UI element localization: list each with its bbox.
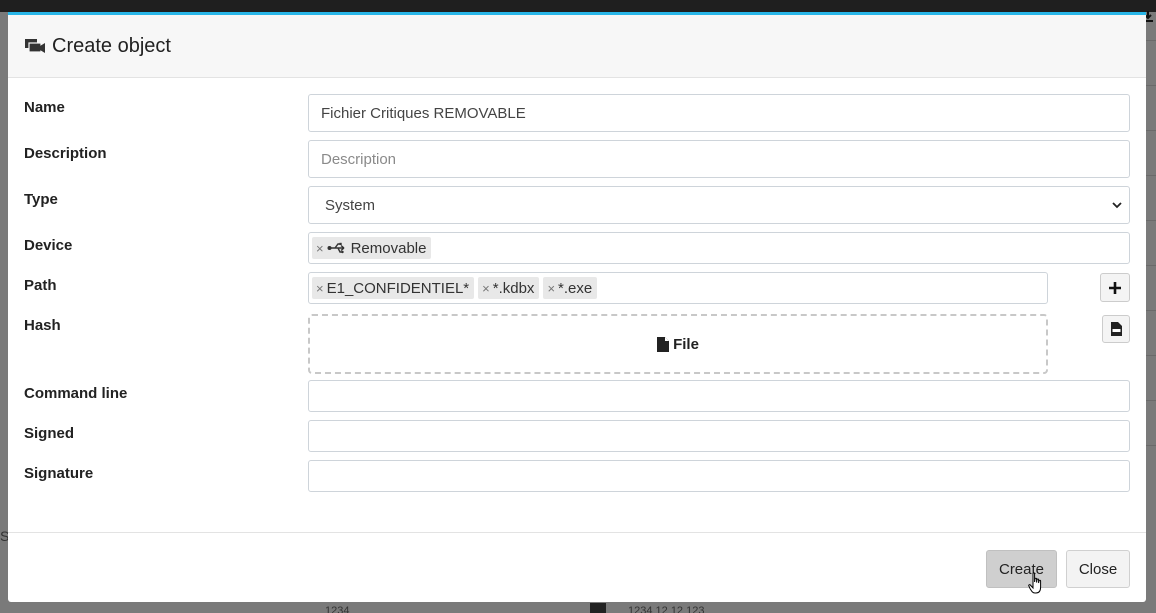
command-line-input[interactable] bbox=[308, 380, 1130, 412]
import-csv-button[interactable] bbox=[1102, 315, 1130, 343]
tag-remove-icon[interactable]: × bbox=[316, 241, 324, 256]
name-value: Fichier Critiques REMOVABLE bbox=[321, 104, 526, 122]
objects-icon bbox=[25, 39, 45, 53]
modal-header: Create object bbox=[8, 15, 1146, 78]
create-object-modal: Create object Name Fichier Critiques REM… bbox=[8, 12, 1146, 602]
path-tag-input[interactable]: × E1_CONFIDENTIEL* × *.kdbx × *.exe bbox=[308, 272, 1048, 304]
type-select[interactable]: System bbox=[308, 186, 1130, 224]
modal-footer: Create Close bbox=[8, 532, 1146, 602]
device-tag-label: Removable bbox=[350, 239, 427, 257]
background-topbar bbox=[0, 0, 1156, 12]
modal-title: Create object bbox=[52, 34, 171, 57]
chevron-down-icon bbox=[1112, 202, 1122, 209]
create-button[interactable]: Create bbox=[986, 550, 1057, 588]
close-button[interactable]: Close bbox=[1066, 550, 1130, 588]
tag-remove-icon[interactable]: × bbox=[482, 281, 490, 296]
device-tag-input[interactable]: × Removable bbox=[308, 232, 1130, 264]
dropzone-label: File bbox=[673, 335, 699, 353]
signature-input[interactable] bbox=[308, 460, 1130, 492]
background-bar bbox=[590, 603, 606, 613]
tag-remove-icon[interactable]: × bbox=[316, 281, 324, 296]
background-text: 1234 bbox=[325, 605, 350, 613]
path-tag: × E1_CONFIDENTIEL* bbox=[312, 277, 475, 299]
path-tag-label: E1_CONFIDENTIEL* bbox=[326, 279, 470, 297]
path-tag: × *.exe bbox=[543, 277, 598, 299]
hand-cursor-icon bbox=[1028, 572, 1042, 594]
signed-input[interactable] bbox=[308, 420, 1130, 452]
signed-label: Signed bbox=[24, 425, 75, 442]
csv-file-icon bbox=[1110, 322, 1122, 336]
signature-label: Signature bbox=[24, 465, 94, 482]
plus-icon bbox=[1109, 281, 1121, 294]
description-input[interactable]: Description bbox=[308, 140, 1130, 178]
tag-remove-icon[interactable]: × bbox=[547, 281, 555, 296]
hash-label: Hash bbox=[24, 317, 61, 334]
description-label: Description bbox=[24, 145, 107, 162]
type-selected-value: System bbox=[325, 196, 376, 214]
description-placeholder: Description bbox=[321, 150, 397, 168]
usb-icon bbox=[327, 242, 345, 254]
file-icon bbox=[657, 336, 670, 352]
path-label: Path bbox=[24, 277, 57, 294]
path-tag-label: *.kdbx bbox=[492, 279, 535, 297]
hash-file-dropzone[interactable]: File bbox=[308, 314, 1048, 374]
path-tag: × *.kdbx bbox=[478, 277, 540, 299]
device-label: Device bbox=[24, 237, 73, 254]
name-label: Name bbox=[24, 99, 65, 116]
path-tag-label: *.exe bbox=[558, 279, 593, 297]
name-input[interactable]: Fichier Critiques REMOVABLE bbox=[308, 94, 1130, 132]
background-rows bbox=[1146, 40, 1156, 490]
command-line-label: Command line bbox=[24, 385, 128, 402]
device-tag: × Removable bbox=[312, 237, 432, 259]
type-label: Type bbox=[24, 191, 58, 208]
background-text: 1234 12 12 123 bbox=[628, 605, 705, 613]
add-path-button[interactable] bbox=[1100, 273, 1130, 302]
